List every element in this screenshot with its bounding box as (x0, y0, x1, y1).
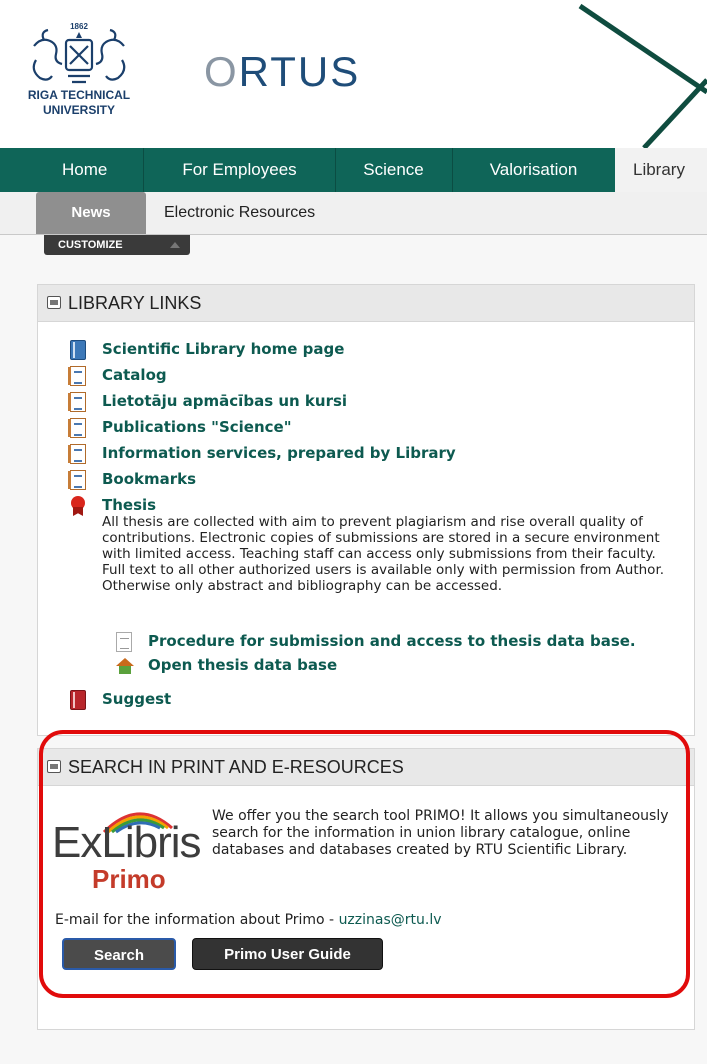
link-label[interactable]: Thesis (102, 496, 156, 514)
link-label[interactable]: Information services, prepared by Librar… (102, 444, 456, 462)
university-name-line2: UNIVERSITY (42, 103, 115, 117)
ortus-logo-rest: RTUS (238, 48, 361, 95)
ortus-logo[interactable]: ORTUS (204, 48, 360, 96)
lock-icon[interactable] (47, 296, 61, 309)
link-label[interactable]: Bookmarks (102, 470, 196, 488)
nav-home[interactable]: Home (0, 148, 144, 192)
nav-for-employees[interactable]: For Employees (144, 148, 336, 192)
sub-nav: News Electronic Resources (0, 192, 707, 235)
collapse-arrow-icon (170, 242, 180, 248)
link-label[interactable]: Suggest (102, 690, 171, 708)
page-icon (116, 632, 132, 652)
document-icon (68, 470, 86, 490)
link-open-thesis-database[interactable]: Open thesis data base (116, 654, 676, 678)
red-book-icon (70, 690, 86, 710)
subnav-electronic-resources[interactable]: Electronic Resources (164, 192, 315, 234)
link-information-services[interactable]: Information services, prepared by Librar… (68, 442, 670, 466)
library-links-title: LIBRARY LINKS (68, 293, 202, 313)
nav-library[interactable]: Library (615, 148, 707, 192)
nav-science[interactable]: Science (335, 148, 453, 192)
document-icon (68, 366, 86, 386)
document-icon (68, 444, 86, 464)
link-label[interactable]: Lietotāju apmācības un kursi (102, 392, 347, 410)
house-icon (116, 656, 134, 676)
university-name-line1: RIGA TECHNICAL (27, 88, 131, 102)
book-icon (70, 340, 86, 360)
header: 1862 RIGA TECHNICAL UNIVERSITY ORTUS (0, 0, 707, 148)
link-thesis-procedure[interactable]: Procedure for submission and access to t… (116, 630, 676, 654)
red-highlight-outline (39, 730, 690, 998)
rtu-logo[interactable]: 1862 RIGA TECHNICAL UNIVERSITY (14, 22, 144, 122)
thesis-description: All thesis are collected with aim to pre… (102, 514, 665, 594)
subnav-news[interactable]: News (36, 192, 146, 234)
customize-button[interactable]: CUSTOMIZE (44, 235, 190, 255)
link-label[interactable]: Open thesis data base (148, 656, 337, 674)
link-label[interactable]: Catalog (102, 366, 167, 384)
document-icon (68, 392, 86, 412)
award-ribbon-icon (70, 496, 86, 516)
document-icon (68, 418, 86, 438)
ortus-logo-prefix: O (204, 48, 239, 95)
main-nav: Home For Employees Science Valorisation … (0, 148, 707, 192)
link-label[interactable]: Publications "Science" (102, 418, 292, 436)
link-scientific-library[interactable]: Scientific Library home page (70, 338, 670, 362)
customize-label: CUSTOMIZE (58, 239, 123, 251)
link-label[interactable]: Procedure for submission and access to t… (148, 632, 636, 650)
nav-valorisation[interactable]: Valorisation (452, 148, 616, 192)
link-catalog[interactable]: Catalog (68, 364, 670, 388)
link-bookmarks[interactable]: Bookmarks (68, 468, 670, 492)
coat-of-arms-icon (32, 28, 126, 84)
link-suggest[interactable]: Suggest (70, 688, 670, 712)
link-publications-science[interactable]: Publications "Science" (68, 416, 670, 440)
link-label[interactable]: Scientific Library home page (102, 340, 344, 358)
link-user-training[interactable]: Lietotāju apmācības un kursi (68, 390, 670, 414)
library-links-header: LIBRARY LINKS (38, 285, 694, 322)
decorative-lines (578, 3, 707, 148)
